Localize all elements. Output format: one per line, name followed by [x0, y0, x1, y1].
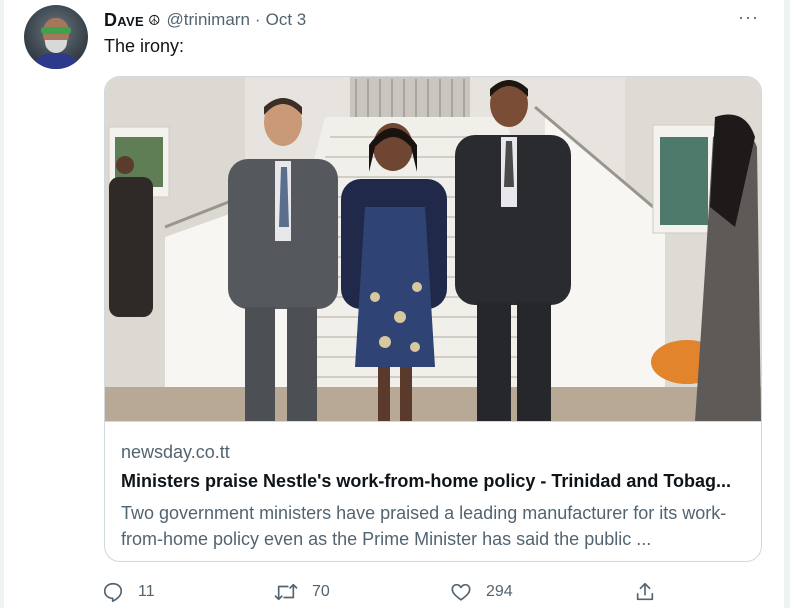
avatar[interactable] — [24, 5, 88, 69]
heart-icon — [451, 583, 471, 601]
timeline-border-right — [784, 0, 790, 608]
tweet-date[interactable]: Oct 3 — [266, 10, 307, 30]
tweet-actions: 11 70 294 — [102, 577, 662, 607]
card-photo-illustration — [105, 77, 761, 421]
retweet-arrows-icon — [274, 583, 298, 601]
link-card[interactable]: newsday.co.tt Ministers praise Nestle's … — [104, 76, 762, 562]
tweet-header: Dave ☮ @trinimarn · Oct 3 — [104, 9, 306, 31]
card-image[interactable] — [105, 77, 761, 421]
retweet-count: 70 — [312, 583, 330, 600]
avatar-beard — [45, 40, 67, 53]
speech-bubble-icon — [103, 582, 123, 602]
card-description: Two government ministers have praised a … — [121, 503, 727, 549]
share-upload-icon — [636, 582, 654, 601]
like-count: 294 — [486, 583, 513, 600]
avatar-sunglasses — [41, 27, 71, 34]
header-separator: · — [254, 10, 261, 29]
avatar-shirt — [32, 53, 80, 69]
reply-button[interactable]: 11 — [102, 577, 155, 607]
share-button[interactable] — [634, 577, 656, 607]
tweet-text: The irony: — [104, 36, 185, 56]
card-title: Ministers praise Nestle's work-from-home… — [121, 471, 732, 491]
tweet[interactable]: Dave ☮ @trinimarn · Oct 3 ··· The irony: — [4, 0, 784, 608]
retweet-button[interactable]: 70 — [274, 577, 330, 607]
card-domain: newsday.co.tt — [121, 442, 230, 462]
reply-count: 11 — [138, 583, 155, 600]
ellipsis-icon[interactable]: ··· — [738, 8, 759, 26]
card-info[interactable]: newsday.co.tt Ministers praise Nestle's … — [105, 421, 761, 561]
peace-symbol-icon: ☮ — [147, 11, 161, 28]
display-name[interactable]: Dave — [104, 10, 144, 31]
like-button[interactable]: 294 — [450, 577, 513, 607]
user-handle[interactable]: @trinimarn — [167, 10, 250, 30]
